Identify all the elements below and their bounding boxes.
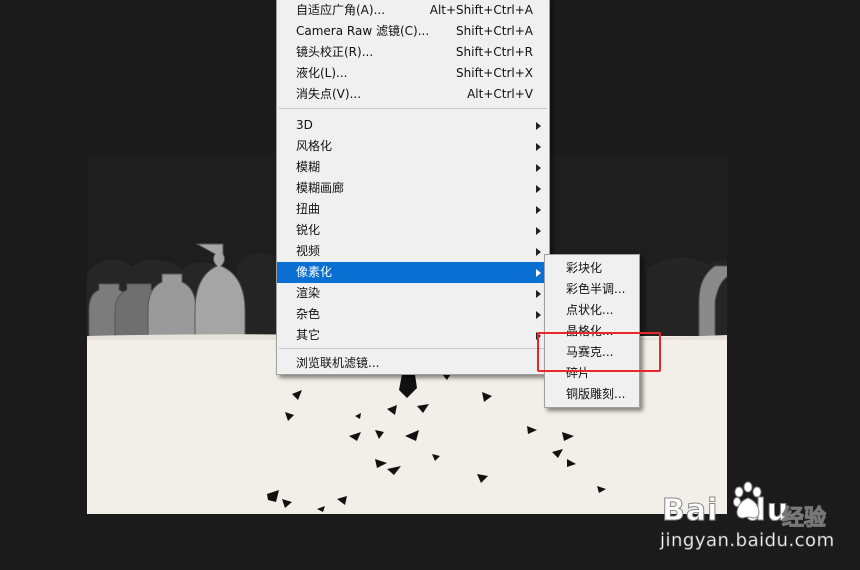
menu-item-shortcut: Alt+Shift+Ctrl+A bbox=[429, 3, 533, 17]
menu-item-label: 液化(L)... bbox=[296, 66, 348, 80]
submenu-item-label: 彩块化 bbox=[566, 261, 603, 275]
menu-item-label: 镜头校正(R)... bbox=[296, 45, 374, 59]
submenu-item-label: 点状化... bbox=[566, 303, 614, 317]
menu-item-label: 自适应广角(A)... bbox=[296, 3, 386, 17]
submenu-arrow-icon bbox=[536, 269, 541, 277]
menu-item-liquify[interactable]: 液化(L)... Shift+Ctrl+X bbox=[277, 63, 549, 84]
menu-item-label: 其它 bbox=[296, 328, 321, 342]
menu-item-label: 模糊 bbox=[296, 160, 321, 174]
menu-item-distort[interactable]: 扭曲 bbox=[277, 199, 549, 220]
submenu-item-color-halftone-block[interactable]: 彩块化 bbox=[545, 258, 639, 279]
submenu-item-label: 彩色半调... bbox=[566, 282, 626, 296]
menu-item-video[interactable]: 视频 bbox=[277, 241, 549, 262]
menu-item-adaptive-wide-angle[interactable]: 自适应广角(A)... Alt+Shift+Ctrl+A bbox=[277, 0, 549, 21]
submenu-arrow-icon bbox=[536, 248, 541, 256]
menu-item-render[interactable]: 渲染 bbox=[277, 283, 549, 304]
menu-item-pixelate[interactable]: 像素化 bbox=[277, 262, 549, 283]
menu-item-shortcut: Shift+Ctrl+R bbox=[455, 45, 533, 59]
menu-item-label: 像素化 bbox=[296, 265, 333, 279]
paw-icon bbox=[733, 481, 762, 519]
menu-item-label: Camera Raw 滤镜(C)... bbox=[296, 24, 430, 38]
menu-item-blur[interactable]: 模糊 bbox=[277, 157, 549, 178]
submenu-arrow-icon bbox=[536, 185, 541, 193]
menu-item-blur-gallery[interactable]: 模糊画廊 bbox=[277, 178, 549, 199]
menu-item-label: 扭曲 bbox=[296, 202, 321, 216]
submenu-item-label: 铜版雕刻... bbox=[566, 387, 626, 401]
menu-item-label: 3D bbox=[296, 118, 313, 132]
menu-item-label: 模糊画廊 bbox=[296, 181, 345, 195]
menu-item-label: 浏览联机滤镜... bbox=[296, 356, 380, 370]
watermark-url: jingyan.baidu.com bbox=[660, 530, 835, 552]
menu-item-stylize[interactable]: 风格化 bbox=[277, 136, 549, 157]
filter-menu: 自适应广角(A)... Alt+Shift+Ctrl+A Camera Raw … bbox=[276, 0, 550, 375]
menu-item-label: 消失点(V)... bbox=[296, 87, 362, 101]
menu-item-camera-raw-filter[interactable]: Camera Raw 滤镜(C)... Shift+Ctrl+A bbox=[277, 21, 549, 42]
pixelate-submenu: 彩块化 彩色半调... 点状化... 晶格化... 马赛克... 碎片 铜版雕刻… bbox=[544, 254, 640, 408]
menu-item-label: 视频 bbox=[296, 244, 321, 258]
menu-separator bbox=[279, 108, 547, 109]
menu-item-noise[interactable]: 杂色 bbox=[277, 304, 549, 325]
watermark-brand: 经验 bbox=[781, 506, 827, 532]
menu-item-browse-online-filters[interactable]: 浏览联机滤镜... bbox=[277, 353, 549, 374]
submenu-arrow-icon bbox=[536, 227, 541, 235]
menu-separator bbox=[279, 348, 547, 349]
menu-item-other[interactable]: 其它 bbox=[277, 325, 549, 346]
menu-item-shortcut: Alt+Ctrl+V bbox=[467, 87, 533, 101]
submenu-item-pointillize[interactable]: 点状化... bbox=[545, 300, 639, 321]
annotation-highlight-box bbox=[537, 332, 661, 372]
submenu-arrow-icon bbox=[536, 290, 541, 298]
submenu-arrow-icon bbox=[536, 122, 541, 130]
menu-item-lens-correction[interactable]: 镜头校正(R)... Shift+Ctrl+R bbox=[277, 42, 549, 63]
menu-item-label: 渲染 bbox=[296, 286, 321, 300]
menu-item-shortcut: Shift+Ctrl+A bbox=[456, 24, 533, 38]
submenu-arrow-icon bbox=[536, 143, 541, 151]
menu-item-sharpen[interactable]: 锐化 bbox=[277, 220, 549, 241]
baidu-jingyan-watermark: Bai du 经验 jingyan.baidu.com bbox=[660, 478, 860, 570]
submenu-item-mezzotint[interactable]: 铜版雕刻... bbox=[545, 384, 639, 405]
watermark-logo-text: Bai du bbox=[661, 493, 790, 529]
menu-item-vanishing-point[interactable]: 消失点(V)... Alt+Ctrl+V bbox=[277, 84, 549, 105]
submenu-arrow-icon bbox=[536, 311, 541, 319]
menu-item-label: 锐化 bbox=[296, 223, 321, 237]
menu-item-3d[interactable]: 3D bbox=[277, 115, 549, 136]
submenu-arrow-icon bbox=[536, 206, 541, 214]
menu-item-shortcut: Shift+Ctrl+X bbox=[456, 66, 533, 80]
menu-item-label: 杂色 bbox=[296, 307, 321, 321]
submenu-item-color-halftone[interactable]: 彩色半调... bbox=[545, 279, 639, 300]
submenu-arrow-icon bbox=[536, 164, 541, 172]
menu-item-label: 风格化 bbox=[296, 139, 333, 153]
